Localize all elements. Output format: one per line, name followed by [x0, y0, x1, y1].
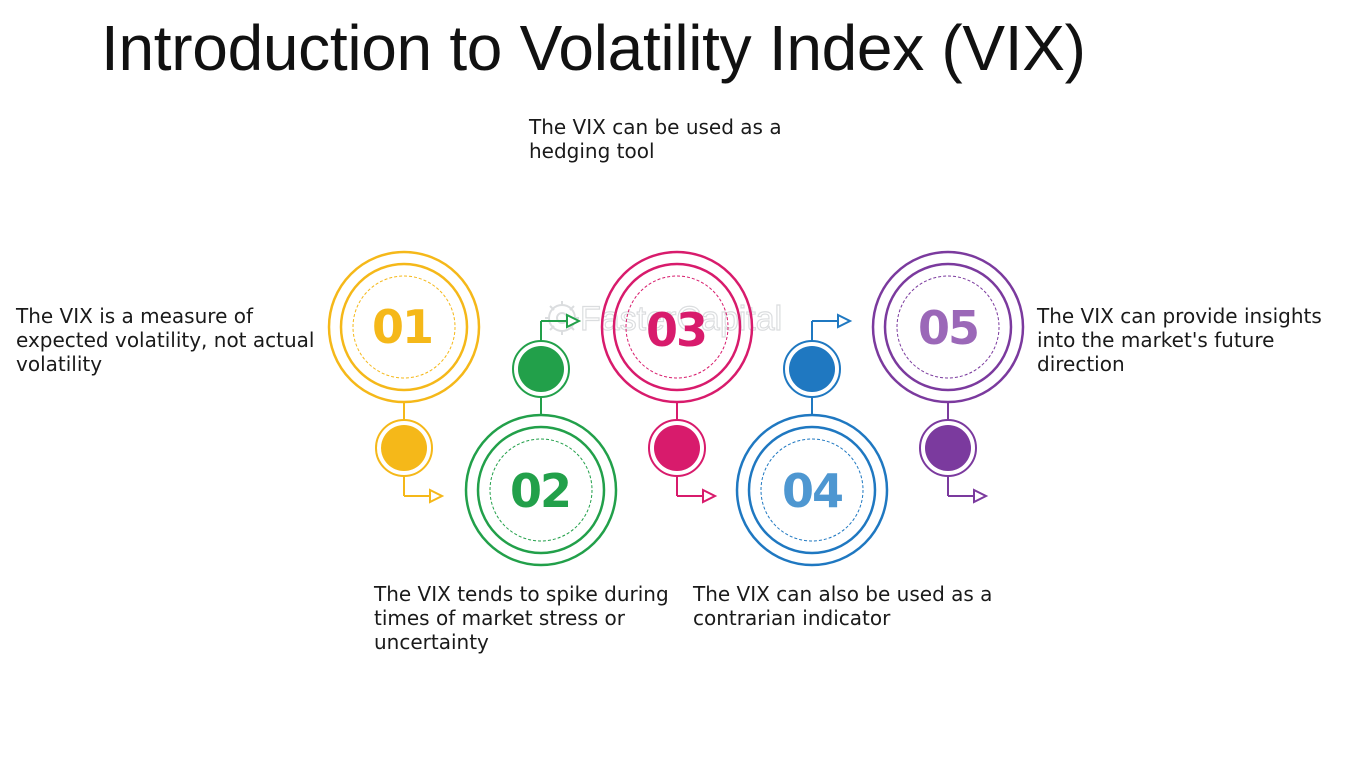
step-01-dot — [381, 425, 427, 471]
step-05-description: The VIX can provide insights into the ma… — [1037, 304, 1322, 376]
step-03-description: The VIX can be used as a hedging tool — [529, 115, 782, 163]
step-05-number: 05 — [918, 301, 978, 355]
step-diagram: FasterCapital 01 02 03 04 05 — [327, 250, 1025, 567]
step-02: 02 — [464, 313, 618, 567]
step-05-dot — [925, 425, 971, 471]
step-04-number: 04 — [782, 464, 842, 518]
step-03-dot — [654, 425, 700, 471]
step-03: 03 — [600, 250, 754, 504]
step-04-description: The VIX can also be used as a contrarian… — [693, 582, 993, 630]
step-04-dot — [789, 346, 835, 392]
step-02-description: The VIX tends to spike during times of m… — [374, 582, 669, 654]
step-01: 01 — [327, 250, 481, 504]
step-02-number: 02 — [510, 464, 570, 518]
step-05: 05 — [871, 250, 1025, 504]
step-02-dot — [518, 346, 564, 392]
step-01-number: 01 — [372, 300, 432, 354]
step-01-description: The VIX is a measure of expected volatil… — [16, 304, 315, 376]
step-03-number: 03 — [646, 303, 706, 357]
step-04: 04 — [735, 313, 889, 567]
